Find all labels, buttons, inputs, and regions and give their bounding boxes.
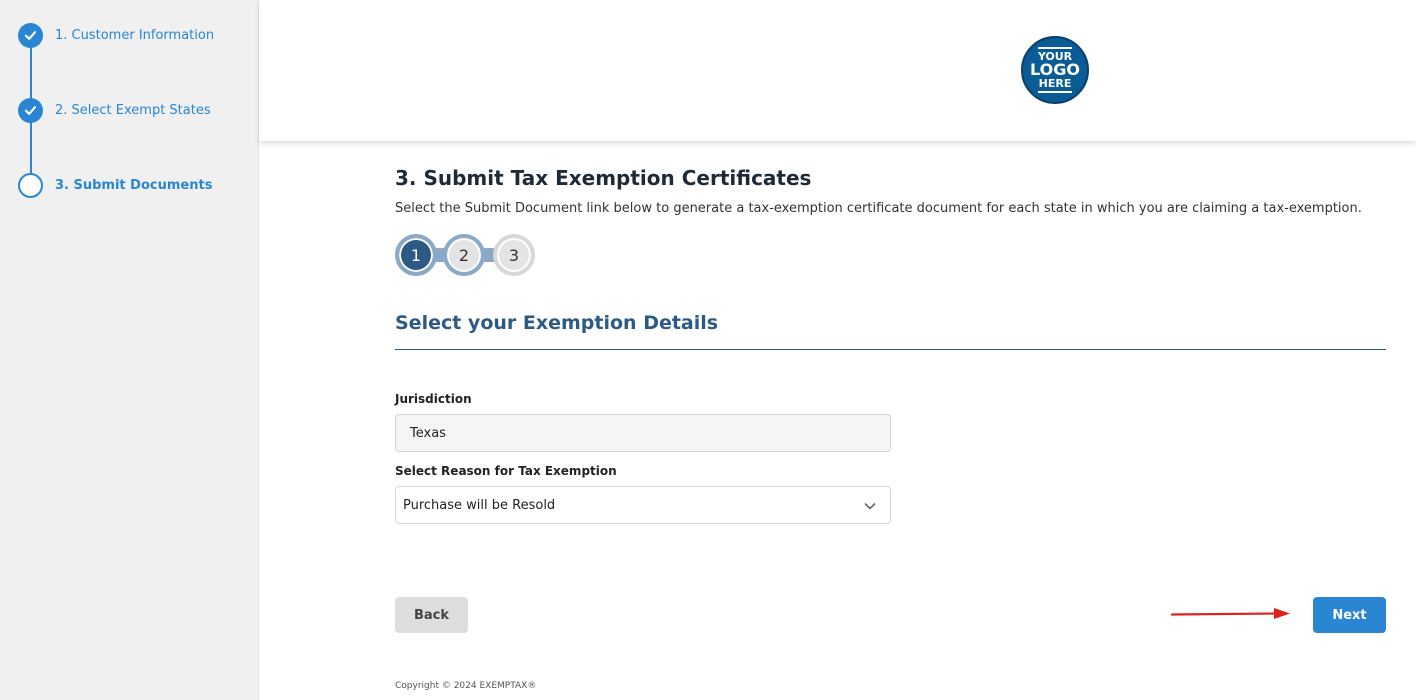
step-connector bbox=[30, 44, 32, 101]
check-icon bbox=[18, 23, 43, 48]
annotation-arrow-icon bbox=[1170, 608, 1290, 619]
reason-selected-value: Purchase will be Resold bbox=[403, 497, 556, 513]
jurisdiction-value: Texas bbox=[410, 425, 446, 441]
next-button[interactable]: Next bbox=[1313, 597, 1386, 633]
sidebar-step-select-exempt-states[interactable]: 2. Select Exempt States bbox=[18, 98, 211, 123]
logo-text: LOGO bbox=[1030, 60, 1080, 79]
step-connector bbox=[30, 119, 32, 176]
sidebar-step-label: 3. Submit Documents bbox=[55, 178, 213, 193]
substep-2: 2 bbox=[443, 234, 485, 276]
reason-select[interactable]: Purchase will be Resold bbox=[395, 486, 891, 524]
jurisdiction-field: Texas bbox=[395, 414, 891, 452]
jurisdiction-label: Jurisdiction bbox=[395, 392, 472, 406]
progress-sidebar: 1. Customer Information 2. Select Exempt… bbox=[0, 0, 259, 700]
substep-3: 3 bbox=[493, 234, 535, 276]
empty-circle-icon bbox=[18, 173, 43, 198]
copyright-text: Copyright © 2024 EXEMPTAX® bbox=[395, 681, 537, 691]
check-icon bbox=[18, 98, 43, 123]
chevron-down-icon bbox=[864, 503, 876, 510]
section-title: Select your Exemption Details bbox=[395, 312, 719, 334]
substep-indicator: 1 2 3 bbox=[395, 234, 537, 276]
sidebar-step-label: 2. Select Exempt States bbox=[55, 103, 211, 118]
substep-1: 1 bbox=[395, 234, 437, 276]
sidebar-step-customer-information[interactable]: 1. Customer Information bbox=[18, 23, 214, 48]
reason-label: Select Reason for Tax Exemption bbox=[395, 464, 617, 478]
page-title: 3. Submit Tax Exemption Certificates bbox=[395, 166, 812, 190]
logo-text: HERE bbox=[1038, 77, 1072, 90]
section-divider bbox=[395, 349, 1386, 350]
back-button[interactable]: Back bbox=[395, 597, 468, 633]
page-header: YOUR LOGO HERE bbox=[259, 0, 1416, 141]
company-logo: YOUR LOGO HERE bbox=[1021, 36, 1089, 104]
sidebar-step-submit-documents[interactable]: 3. Submit Documents bbox=[18, 173, 212, 198]
sidebar-step-label: 1. Customer Information bbox=[55, 28, 215, 43]
page-description: Select the Submit Document link below to… bbox=[395, 201, 1362, 216]
